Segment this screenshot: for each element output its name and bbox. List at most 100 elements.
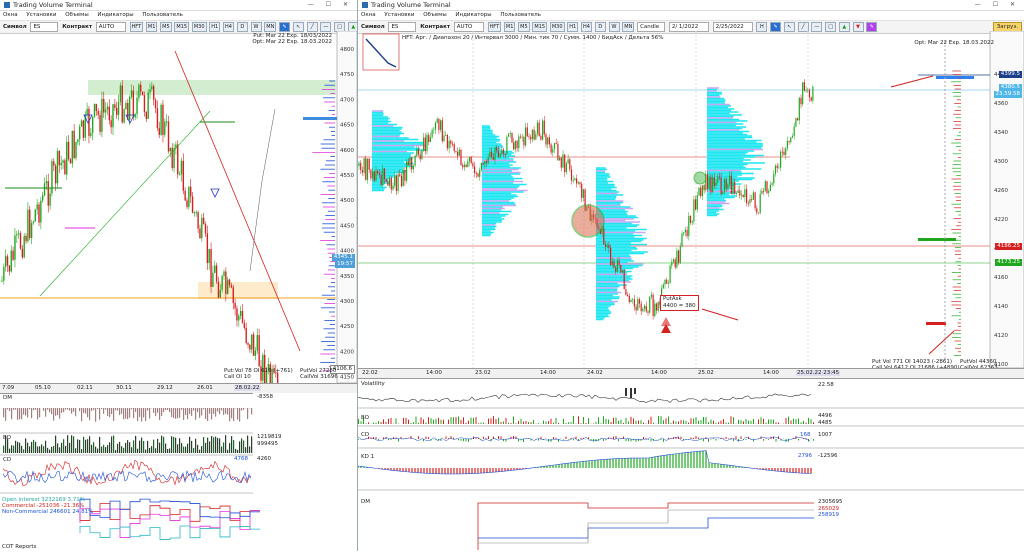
date-label: 25.02.22 23:45 <box>796 370 840 376</box>
candle-body <box>530 137 531 139</box>
candle-body <box>654 304 655 316</box>
candle-body <box>670 266 671 284</box>
right-price-chart[interactable]: 4400436043404300426042204180416041404120… <box>358 31 1024 368</box>
candle-body <box>517 141 518 148</box>
menu-windows[interactable]: Окна <box>361 12 376 18</box>
bo-bar <box>703 417 704 424</box>
candle-body <box>105 110 106 113</box>
left-candlestick-svg[interactable]: 4800475047004650460045504500445044004350… <box>0 31 357 383</box>
menu-settings[interactable]: Установки <box>26 12 56 18</box>
candle-body <box>177 144 178 174</box>
dm-bar <box>191 408 192 416</box>
candle-body <box>183 161 184 191</box>
candle-body <box>212 273 213 287</box>
bo-bar <box>461 420 462 424</box>
candle-body <box>505 154 506 155</box>
bo-bar <box>743 421 744 424</box>
bo-bar <box>666 418 667 424</box>
dm-bar <box>51 408 52 414</box>
cd-bar <box>708 439 709 442</box>
menu-user[interactable]: Пользователь <box>142 12 183 18</box>
candle-body <box>629 296 630 302</box>
candle-body <box>627 295 628 296</box>
bo-bar <box>428 417 429 424</box>
bo-bar <box>493 416 494 424</box>
dm-bar <box>233 408 234 421</box>
candle-body <box>466 165 467 167</box>
cd-bar <box>696 436 697 439</box>
dm-bar <box>145 408 146 421</box>
bo-bar <box>643 423 644 424</box>
menu-settings[interactable]: Установки <box>384 12 414 18</box>
dm-bar <box>177 408 178 418</box>
candle-body <box>812 87 813 101</box>
candle-body <box>55 166 56 184</box>
dm-bar <box>251 408 252 415</box>
candle-body <box>646 306 647 312</box>
bo-bar <box>426 422 427 424</box>
candle-body <box>122 85 123 122</box>
menu-user[interactable]: Пользователь <box>500 12 541 18</box>
dm-bar <box>175 408 176 419</box>
volume-cluster-circle <box>694 172 706 184</box>
cd-bar <box>746 439 747 440</box>
candle-body <box>719 177 720 178</box>
candle-body <box>464 165 465 167</box>
candle-body <box>751 199 752 200</box>
candle-body <box>559 158 560 160</box>
bo-bar <box>628 421 629 424</box>
bo-bar <box>189 437 190 453</box>
candle-body <box>205 224 206 234</box>
bo-bar <box>648 420 649 424</box>
candle-body <box>426 135 427 151</box>
price-badge-4173: 4173.25 <box>995 259 1022 266</box>
menu-volumes[interactable]: Объемы <box>65 12 88 18</box>
left-window-controls[interactable]: — ☐ ✕ <box>308 0 353 10</box>
candle-body <box>625 289 626 295</box>
dm-bar <box>213 408 214 414</box>
candle-body <box>675 259 676 267</box>
candle-body <box>66 142 67 175</box>
candle-body <box>70 159 71 163</box>
bo-bar <box>93 442 94 453</box>
candle-body <box>452 144 453 145</box>
bo-bar <box>81 449 82 453</box>
candle-body <box>471 157 472 163</box>
right-candlestick-svg[interactable]: 4400436043404300426042204180416041404120… <box>358 31 1024 368</box>
candle-body <box>688 216 689 236</box>
bo-bar <box>251 436 252 453</box>
bo-bar <box>203 437 204 453</box>
bo-bar <box>107 445 108 453</box>
bo-bar <box>225 435 226 453</box>
dm-bar <box>131 408 132 409</box>
left-price-chart[interactable]: 4800475047004650460045504500445044004350… <box>0 31 357 383</box>
candle-body <box>79 127 80 140</box>
volatility-line <box>358 394 811 403</box>
menu-windows[interactable]: Окна <box>3 12 18 18</box>
bo-bar <box>538 423 539 424</box>
dm-bar <box>107 408 108 416</box>
cd-bar <box>471 439 472 440</box>
dm-bar <box>169 408 170 412</box>
triangle-marker-icon <box>211 189 219 197</box>
bo-bar <box>606 419 607 424</box>
dm-bar <box>109 408 110 417</box>
menu-volumes[interactable]: Объемы <box>423 12 446 18</box>
bo-bar <box>641 420 642 424</box>
right-window-controls[interactable]: — ☐ ✕ <box>975 0 1020 10</box>
dm-bar <box>159 408 160 420</box>
candle-body <box>749 199 750 203</box>
candle-body <box>518 137 519 149</box>
menu-indicators[interactable]: Индикаторы <box>455 12 491 18</box>
cd-bar <box>383 437 384 439</box>
bo-bar <box>626 418 627 424</box>
candle-body <box>151 86 152 89</box>
candle-body <box>36 204 37 209</box>
dm-bar <box>115 408 116 410</box>
cd-bar <box>711 439 712 440</box>
menu-indicators[interactable]: Индикаторы <box>97 12 133 18</box>
bo-bar <box>808 418 809 424</box>
cd-bar <box>461 439 462 441</box>
candle-body <box>27 210 28 242</box>
price-tick-label: 4650 <box>340 123 354 129</box>
